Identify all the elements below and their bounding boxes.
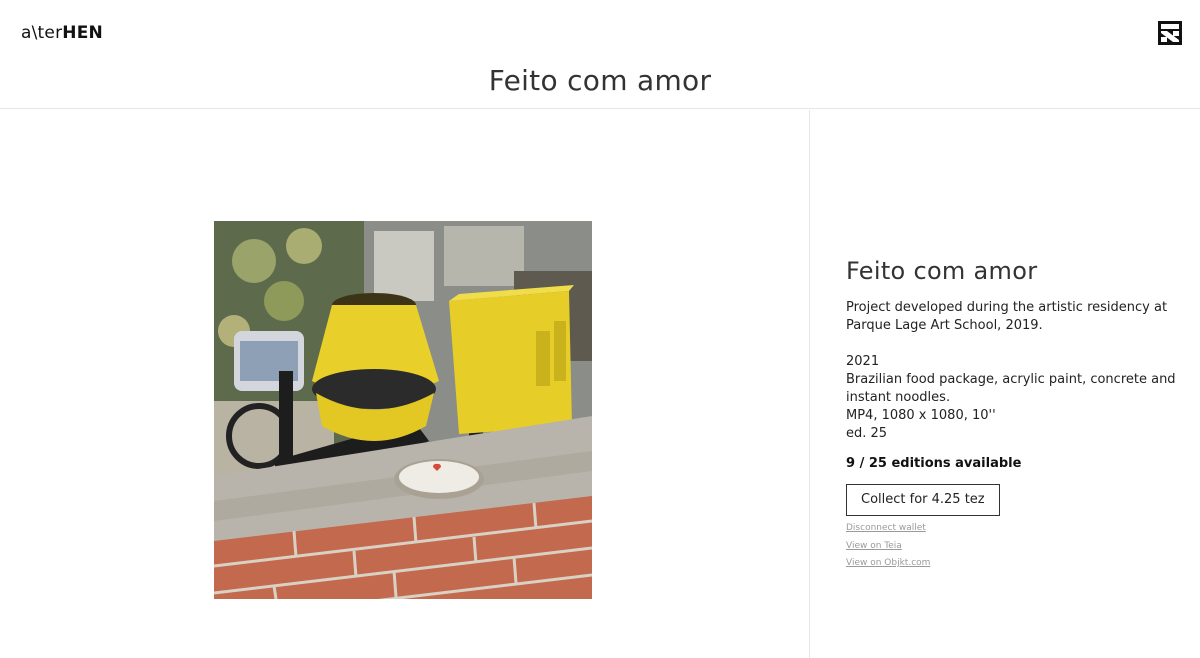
artwork-info: Feito com amor Project developed during … [846,255,1176,573]
artwork-meta: 2021 Brazilian food package, acrylic pai… [846,353,1176,443]
external-links: Disconnect wallet View on Teia View on O… [846,520,1176,573]
logo-prefix: a\ter [21,23,63,43]
artwork-title: Feito com amor [846,257,1038,285]
logo-strong: HEN [62,23,103,43]
hen-logo-icon[interactable] [1158,21,1182,45]
disconnect-wallet-link[interactable]: Disconnect wallet [846,520,1176,538]
artwork-year: 2021 [846,354,880,369]
page-title: Feito com amor [488,64,712,97]
artwork-materials: Brazilian food package, acrylic paint, c… [846,372,1176,405]
view-on-teia-link[interactable]: View on Teia [846,538,1176,556]
collect-button[interactable]: Collect for 4.25 tez [846,484,1000,516]
artwork-format: MP4, 1080 x 1080, 10'' [846,408,996,423]
site-logo[interactable]: a\terHEN [21,23,103,43]
view-on-objkt-link[interactable]: View on Objkt.com [846,555,1176,573]
site-header: a\terHEN Feito com amor [0,0,1200,109]
artwork-description: Project developed during the artistic re… [846,300,1168,333]
artwork-edition: ed. 25 [846,426,888,441]
artwork-image[interactable] [214,221,592,599]
editions-available: 9 / 25 editions available [846,456,1022,471]
column-divider [809,110,810,658]
